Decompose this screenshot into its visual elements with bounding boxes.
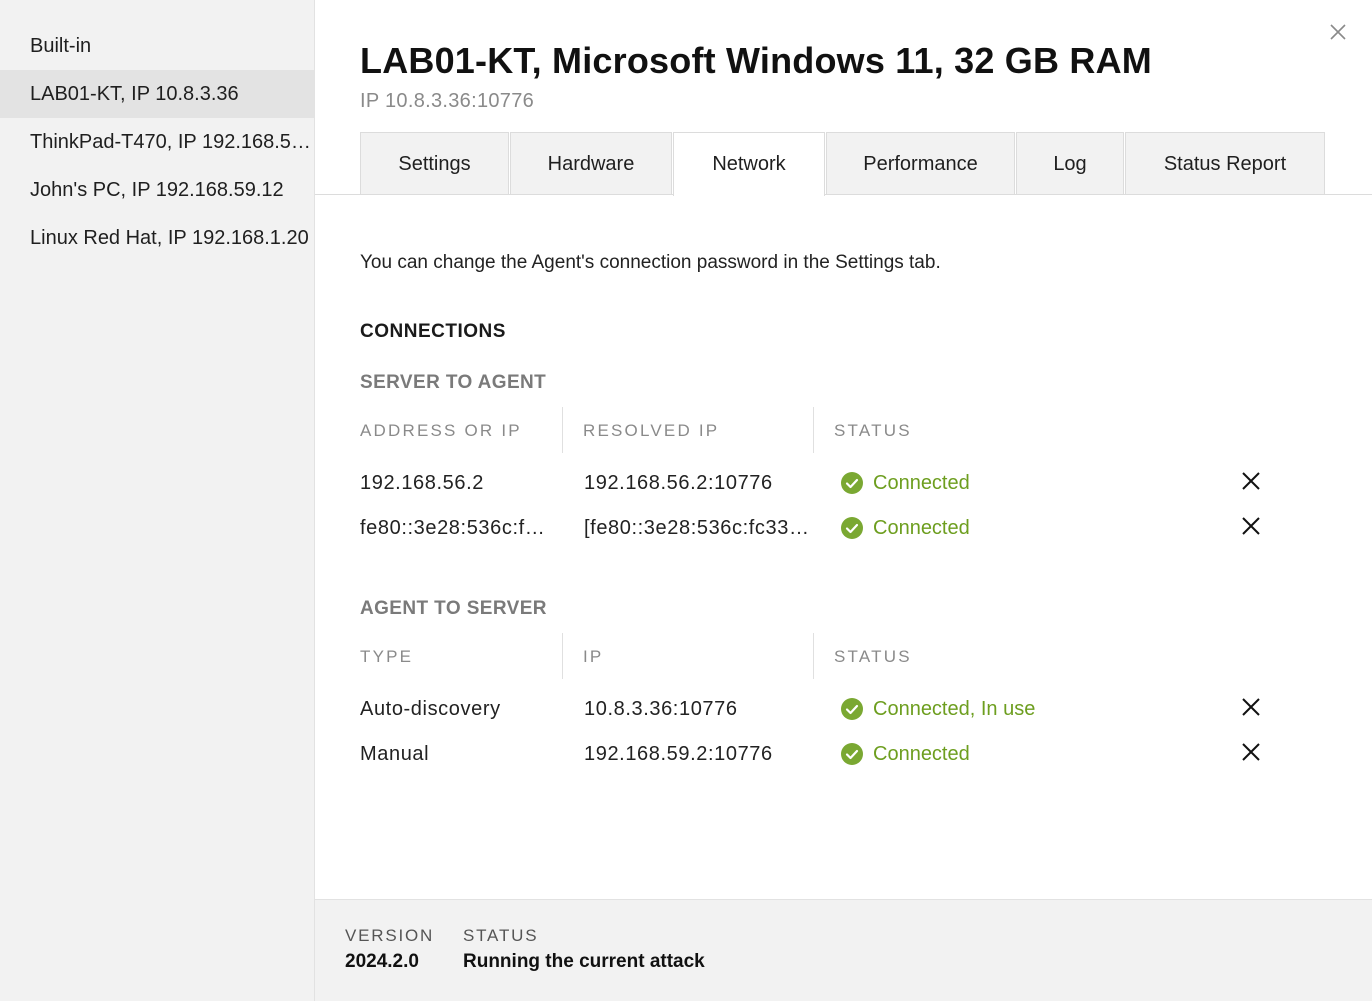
sidebar-item-lab01-kt[interactable]: LAB01-KT, IP 10.8.3.36 bbox=[0, 70, 314, 118]
tab-network[interactable]: Network bbox=[673, 132, 825, 196]
agent-list-sidebar: Built-in LAB01-KT, IP 10.8.3.36 ThinkPad… bbox=[0, 0, 315, 1001]
server-row-1-resolved: 192.168.56.2:10776 bbox=[584, 472, 773, 494]
column-header-status: STATUS bbox=[834, 421, 912, 440]
column-header-resolved-ip: RESOLVED IP bbox=[583, 421, 720, 440]
server-row-2-status: Connected bbox=[840, 516, 970, 540]
check-circle-icon bbox=[840, 471, 864, 495]
check-circle-icon bbox=[840, 697, 864, 721]
server-row-2-resolved: [fe80::3e28:536c:fc33:1a2b]:10776 bbox=[584, 517, 809, 539]
agent-detail-panel: LAB01-KT, Microsoft Windows 11, 32 GB RA… bbox=[315, 0, 1372, 1001]
remove-connection-button[interactable] bbox=[1239, 469, 1263, 493]
tab-log[interactable]: Log bbox=[1016, 132, 1124, 195]
sidebar-item-thinkpad-t470[interactable]: ThinkPad-T470, IP 192.168.56.3 bbox=[0, 118, 314, 166]
tab-divider bbox=[315, 194, 1372, 195]
tab-bar: Settings Hardware Network Performance Lo… bbox=[360, 132, 1326, 196]
agent-row-2-type: Manual bbox=[360, 743, 430, 765]
connections-heading: CONNECTIONS bbox=[360, 321, 506, 342]
status-label: STATUS bbox=[463, 926, 539, 945]
remove-connection-button[interactable] bbox=[1239, 740, 1263, 764]
tab-status-report[interactable]: Status Report bbox=[1125, 132, 1325, 195]
sidebar-item-johns-pc[interactable]: John's PC, IP 192.168.59.12 bbox=[0, 166, 314, 214]
tab-performance[interactable]: Performance bbox=[826, 132, 1015, 195]
check-circle-icon bbox=[840, 742, 864, 766]
remove-connection-button[interactable] bbox=[1239, 514, 1263, 538]
remove-connection-button[interactable] bbox=[1239, 695, 1263, 719]
server-row-2-address: fe80::3e28:536c:fc33:1a2b bbox=[360, 517, 555, 539]
server-row-1-status: Connected bbox=[840, 471, 970, 495]
agent-row-2-ip: 192.168.59.2:10776 bbox=[584, 743, 773, 765]
agent-row-1-ip: 10.8.3.36:10776 bbox=[584, 698, 738, 720]
password-hint: You can change the Agent's connection pa… bbox=[360, 252, 941, 273]
server-row-1-address: 192.168.56.2 bbox=[360, 472, 484, 494]
agent-row-1-status: Connected, In use bbox=[840, 697, 1035, 721]
status-footer: VERSION 2024.2.0 STATUS Running the curr… bbox=[315, 899, 1372, 1001]
agent-to-server-heading: AGENT TO SERVER bbox=[360, 598, 547, 619]
page-title: LAB01-KT, Microsoft Windows 11, 32 GB RA… bbox=[360, 40, 1152, 81]
sidebar-item-linux-red-hat[interactable]: Linux Red Hat, IP 192.168.1.20 bbox=[0, 214, 314, 262]
column-header-address: ADDRESS OR IP bbox=[360, 421, 522, 440]
tab-settings[interactable]: Settings bbox=[360, 132, 509, 195]
server-to-agent-heading: SERVER TO AGENT bbox=[360, 372, 547, 393]
column-header-status: STATUS bbox=[834, 647, 912, 666]
agent-row-2-status: Connected bbox=[840, 742, 970, 766]
agent-row-1-type: Auto-discovery bbox=[360, 698, 501, 720]
version-value: 2024.2.0 bbox=[345, 951, 419, 972]
check-circle-icon bbox=[840, 516, 864, 540]
sidebar-item-built-in[interactable]: Built-in bbox=[0, 22, 314, 70]
version-label: VERSION bbox=[345, 926, 435, 945]
column-header-ip: IP bbox=[583, 647, 604, 666]
column-header-type: TYPE bbox=[360, 647, 414, 666]
status-value: Running the current attack bbox=[463, 951, 705, 972]
close-icon[interactable] bbox=[1326, 20, 1350, 44]
tab-hardware[interactable]: Hardware bbox=[510, 132, 672, 195]
agent-ip-subtitle: IP 10.8.3.36:10776 bbox=[360, 90, 535, 112]
